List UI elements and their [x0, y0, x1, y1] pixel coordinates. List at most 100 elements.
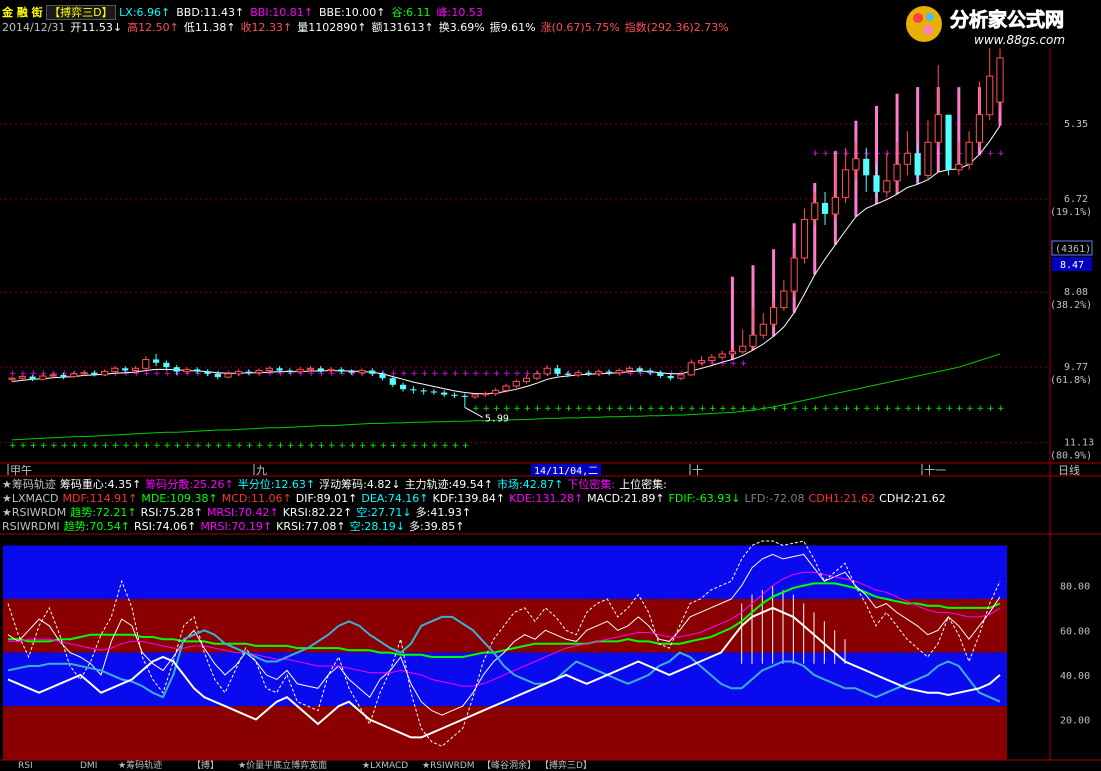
indicator-value-3-1: 趋势:70.54↑	[63, 520, 131, 533]
candle-body	[955, 163, 963, 171]
support-marker: +	[256, 441, 264, 451]
support-marker: +	[524, 404, 532, 414]
candle-body	[687, 362, 695, 376]
candle-body	[152, 359, 160, 363]
indicator-value-3-4: KRSI:77.08↑	[276, 520, 346, 533]
candle-body	[667, 376, 674, 379]
ohlc-value-10: 指数(292.36)2.73%	[624, 21, 729, 34]
resistance-marker: +	[524, 369, 532, 379]
support-marker: +	[421, 441, 429, 451]
resistance-marker: +	[884, 149, 892, 159]
header-row-2: 2014/12/31 开11.53↓ 高12.50↑ 低11.38↑ 收12.33↑ 量1…	[2, 21, 734, 34]
support-marker: +	[822, 404, 830, 414]
indicator-value-0-2: 筹码分散:25.26↑	[145, 478, 234, 491]
candle-body	[883, 180, 891, 193]
time-label-1: 九	[256, 464, 267, 477]
support-marker: +	[750, 404, 758, 414]
indicator-row-lxmacd: ★LXMACD MDF:114.91↑ MDE:109.38↑ MCD:11.06↑ D…	[2, 492, 950, 505]
support-marker: +	[771, 404, 779, 414]
support-marker: +	[235, 441, 243, 451]
candle-body	[636, 368, 643, 371]
resistance-marker: +	[246, 369, 254, 379]
ohlc-value-1: 开11.53↓	[70, 21, 123, 34]
price-tick-label: 11.13	[1064, 438, 1094, 449]
support-marker: +	[184, 441, 192, 451]
ohlc-value-3: 低11.38↑	[183, 21, 236, 34]
candle-body	[677, 374, 685, 379]
indicator-value-0-1: 筹码重心:4.35↑	[59, 478, 142, 491]
candle-body	[379, 373, 386, 379]
candle-body	[399, 384, 407, 390]
support-marker: +	[709, 404, 717, 414]
ohlc-value-6: 额131613↑	[371, 21, 434, 34]
indicator-value-1-11: CDH1:21.62	[808, 492, 876, 505]
candle-body	[800, 218, 809, 259]
date-cursor-label: 14/11/04,二	[534, 466, 598, 477]
indicator-value-1-9: FDIF:-63.93↓	[668, 492, 741, 505]
support-marker: +	[400, 441, 408, 451]
indicator-value-1-8: MACD:21.89↑	[587, 492, 665, 505]
candle-body	[821, 202, 829, 214]
candle-body	[358, 369, 366, 374]
formula-name[interactable]: 【搏弈三D】	[46, 5, 116, 20]
indicator-row-rsiwrdm: ★RSIWRDM 趋势:72.21↑ RSI:75.28↑ MRSI:70.42↑ KR…	[2, 506, 475, 519]
support-marker: +	[431, 441, 439, 451]
candle-body	[296, 368, 304, 373]
support-marker: +	[966, 404, 974, 414]
ohlc-values: 2014/12/31 开11.53↓ 高12.50↑ 低11.38↑ 收12.33↑ 量1…	[2, 21, 734, 34]
candle-body	[142, 358, 150, 369]
support-marker: +	[801, 404, 809, 414]
support-marker: +	[19, 441, 27, 451]
candle-body	[8, 377, 16, 380]
resistance-marker: +	[163, 369, 171, 379]
period-label: 日线	[1058, 463, 1080, 477]
candle-body	[986, 75, 994, 116]
support-marker: +	[884, 404, 892, 414]
cursor-value-label: 8.47	[1060, 260, 1084, 271]
candle-body	[18, 376, 26, 379]
indicator-value-2-1: 趋势:72.21↑	[70, 506, 137, 519]
resistance-marker: +	[431, 369, 439, 379]
candle-body	[924, 141, 932, 176]
ohlc-value-5: 量1102890↑	[297, 21, 367, 34]
support-marker: +	[688, 404, 696, 414]
candle-body	[522, 377, 531, 383]
zone-band	[3, 706, 1007, 760]
indicator-value-2-4: KRSI:82.22↑	[282, 506, 353, 519]
candle-body	[49, 374, 57, 377]
logo-title: 分析家公式网	[950, 8, 1064, 31]
indicator-value-3-0: RSIWRDMI	[2, 520, 60, 533]
candle-body	[863, 158, 870, 176]
candle-body	[410, 389, 417, 391]
ohlc-value-7: 换3.69%	[438, 21, 485, 34]
support-marker: +	[174, 441, 182, 451]
support-marker: +	[740, 404, 748, 414]
indicator-value-2-6: 多:41.93↑	[415, 506, 472, 519]
price-tick-label: 9.77	[1064, 362, 1088, 373]
resistance-marker: +	[719, 359, 727, 369]
candle-body	[697, 360, 706, 364]
support-marker: +	[390, 441, 398, 451]
candle-body	[769, 307, 778, 325]
support-marker: +	[596, 404, 604, 414]
formula-value-4: 谷:6.11	[391, 6, 431, 19]
support-marker: +	[452, 441, 460, 451]
support-marker: +	[91, 441, 99, 451]
support-marker: +	[935, 404, 943, 414]
candle-body	[461, 395, 468, 397]
candle-body	[255, 369, 263, 374]
candle-body	[533, 373, 541, 379]
support-marker: +	[843, 404, 851, 414]
support-marker: +	[40, 441, 48, 451]
resistance-marker: +	[9, 369, 17, 379]
indicator-value-2-0: ★RSIWRDM	[2, 506, 67, 519]
indicator-value-2-2: RSI:75.28↑	[140, 506, 203, 519]
support-marker: +	[575, 404, 583, 414]
support-marker: +	[225, 441, 233, 451]
candle-body	[554, 368, 561, 374]
ohlc-value-9: 涨(0.67)5.75%	[540, 21, 620, 34]
indicator-value-1-10: LFD:-72.08	[744, 492, 805, 505]
indicator-value-3-6: 多:39.85↑	[409, 520, 465, 533]
support-marker: +	[194, 441, 202, 451]
support-marker: +	[946, 404, 954, 414]
